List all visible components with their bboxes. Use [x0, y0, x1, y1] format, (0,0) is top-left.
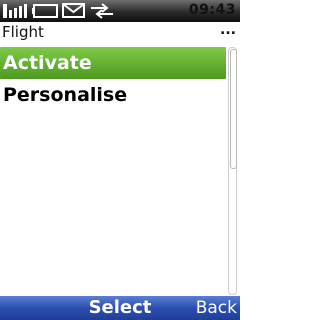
scrollbar-thumb[interactable] — [230, 49, 237, 169]
menu-item-activate[interactable]: Activate — [0, 47, 226, 79]
scrollbar[interactable] — [228, 47, 237, 295]
message-icon — [62, 2, 86, 23]
page-title: Flight — [2, 23, 44, 41]
softkey-bar: Select Back — [0, 296, 240, 320]
back-softkey[interactable]: Back — [196, 298, 237, 319]
title-bar: Flight ... — [0, 22, 240, 44]
battery-icon — [32, 2, 59, 23]
menu-list: Activate Personalise — [0, 47, 226, 111]
status-bar: 09:43 — [0, 0, 240, 22]
signal-icon — [3, 2, 29, 23]
clock: 09:43 — [188, 2, 236, 18]
more-indicator: ... — [220, 22, 236, 38]
menu-item-personalise[interactable]: Personalise — [0, 79, 226, 111]
data-transfer-icon — [89, 2, 115, 23]
